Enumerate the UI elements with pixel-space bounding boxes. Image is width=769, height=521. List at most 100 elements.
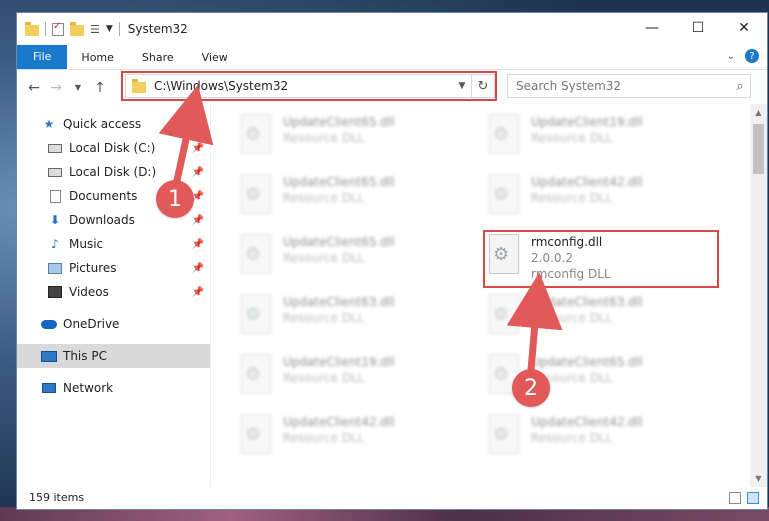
file-type: Resource DLL (283, 311, 365, 325)
scroll-up-icon[interactable]: ▲ (750, 104, 767, 121)
vertical-scrollbar[interactable]: ▲ ▼ (750, 104, 767, 487)
list-item[interactable]: ⚙ UpdateClient42.dll Resource DLL (485, 412, 725, 462)
recent-locations-button[interactable]: ▼ (67, 83, 89, 92)
help-icon[interactable]: ? (745, 49, 759, 63)
sidebar-item-label: Downloads (69, 213, 135, 227)
list-item[interactable]: ⚙ UpdateClient63.dll Resource DLL (485, 292, 725, 342)
list-item[interactable]: ⚙ UpdateClient42.dll Resource DLL (485, 172, 725, 222)
file-name: UpdateClient19.dll (531, 115, 643, 129)
tab-home[interactable]: Home (67, 51, 127, 64)
customize-toolbar-icon[interactable]: ☰ (90, 23, 100, 36)
pin-icon[interactable]: 📌 (192, 287, 204, 298)
list-item[interactable]: ⚙ UpdateClient65.dll Resource DLL (237, 112, 477, 162)
ribbon-tabs: File Home Share View ⌄ ? (17, 45, 767, 70)
large-icons-view-icon[interactable] (747, 492, 759, 504)
scrollbar-thumb[interactable] (753, 124, 764, 174)
address-bar[interactable]: C:\Windows\System32 ▼ ↻ (125, 74, 495, 98)
callout-badge-2: 2 (512, 369, 550, 407)
chevron-down-icon[interactable]: ▼ (106, 24, 113, 34)
sidebar-item-quick-access[interactable]: ★ Quick access (17, 112, 210, 136)
file-name: UpdateClient65.dll (283, 115, 395, 129)
list-item[interactable]: ⚙ UpdateClient42.dll Resource DLL (237, 412, 477, 462)
list-item[interactable]: ⚙ UpdateClient63.dll Resource DLL (237, 292, 477, 342)
network-icon (41, 381, 57, 395)
dll-file-icon: ⚙ (485, 172, 521, 216)
dll-file-icon: ⚙ (485, 232, 521, 276)
list-item[interactable]: ⚙ UpdateClient65.dll Resource DLL (237, 172, 477, 222)
sidebar-item-pictures[interactable]: Pictures 📌 (17, 256, 210, 280)
sidebar-item-network[interactable]: Network (17, 376, 210, 400)
back-button[interactable]: ← (23, 80, 45, 96)
sidebar-item-music[interactable]: ♪ Music 📌 (17, 232, 210, 256)
list-item[interactable]: ⚙ UpdateClient65.dll Resource DLL (237, 232, 477, 282)
sidebar-item-label: Quick access (63, 117, 142, 131)
tab-share[interactable]: Share (128, 51, 188, 64)
minimize-button[interactable]: — (629, 13, 675, 43)
file-name: UpdateClient65.dll (531, 355, 643, 369)
toolbar-separator (118, 22, 120, 36)
status-bar: 159 items (17, 485, 767, 509)
sidebar-item-local-disk-c[interactable]: Local Disk (C:) 📌 (17, 136, 210, 160)
pin-icon[interactable]: 📌 (192, 143, 204, 154)
search-input[interactable] (508, 78, 730, 94)
pin-icon[interactable]: 📌 (192, 215, 204, 226)
dll-file-icon: ⚙ (485, 292, 521, 336)
list-item[interactable]: ⚙ UpdateClient19.dll Resource DLL (485, 112, 725, 162)
sidebar-item-videos[interactable]: Videos 📌 (17, 280, 210, 304)
file-type: Resource DLL (283, 431, 365, 445)
tab-view[interactable]: View (188, 51, 242, 64)
dll-file-icon: ⚙ (237, 112, 273, 156)
quick-access-toolbar: ☰ ▼ (17, 21, 120, 36)
list-item[interactable]: ⚙ UpdateClient19.dll Resource DLL (237, 352, 477, 402)
drive-icon (47, 141, 63, 155)
callout-badge-1: 1 (156, 180, 194, 218)
file-type: Resource DLL (283, 191, 365, 205)
close-button[interactable]: ✕ (721, 13, 767, 43)
up-button[interactable]: ↑ (89, 80, 111, 96)
pictures-icon (47, 261, 63, 275)
explorer-window: ☰ ▼ System32 — ☐ ✕ File Home Share View … (16, 12, 768, 510)
window-controls: — ☐ ✕ (629, 13, 767, 43)
document-icon (47, 189, 63, 203)
music-icon: ♪ (51, 237, 59, 251)
pane-divider[interactable] (210, 104, 211, 487)
pin-icon[interactable]: 📌 (192, 239, 204, 250)
download-icon: ⬇ (49, 213, 61, 227)
sidebar-item-label: Music (69, 237, 104, 251)
new-folder-icon[interactable] (70, 21, 84, 36)
sidebar-item-label: This PC (63, 349, 107, 363)
chevron-down-icon[interactable]: ▼ (453, 81, 471, 91)
file-name: UpdateClient65.dll (283, 235, 395, 249)
sidebar-item-onedrive[interactable]: OneDrive (17, 312, 210, 336)
cloud-icon (41, 317, 57, 331)
properties-icon[interactable] (52, 21, 64, 36)
sidebar-item-label: Local Disk (D:) (69, 165, 157, 179)
folder-icon (132, 78, 146, 93)
title-bar: ☰ ▼ System32 — ☐ ✕ (17, 13, 767, 45)
expand-ribbon-icon[interactable]: ⌄ (727, 51, 735, 62)
sidebar-item-this-pc[interactable]: This PC (17, 344, 210, 368)
address-path[interactable]: C:\Windows\System32 (154, 79, 453, 93)
list-item-rmconfig[interactable]: ⚙ rmconfig.dll 2.0.0.2 rmconfig DLL (485, 232, 725, 282)
search-icon[interactable]: ⌕ (730, 79, 750, 94)
navigation-pane: ★ Quick access Local Disk (C:) 📌 Local D… (17, 104, 210, 487)
maximize-button[interactable]: ☐ (675, 13, 721, 43)
search-box[interactable]: ⌕ (507, 74, 751, 98)
drive-icon (47, 165, 63, 179)
sidebar-item-label: Pictures (69, 261, 117, 275)
tab-file[interactable]: File (17, 45, 68, 69)
forward-button[interactable]: → (45, 80, 67, 96)
sidebar-item-label: OneDrive (63, 317, 120, 331)
file-name: UpdateClient42.dll (531, 175, 643, 189)
file-type: Resource DLL (531, 431, 613, 445)
file-name: UpdateClient63.dll (531, 295, 643, 309)
computer-icon (41, 349, 57, 363)
view-toggle (729, 492, 759, 504)
pin-icon[interactable]: 📌 (192, 167, 204, 178)
folder-icon (25, 21, 39, 36)
star-icon: ★ (43, 117, 55, 131)
pin-icon[interactable]: 📌 (192, 263, 204, 274)
details-view-icon[interactable] (729, 492, 741, 504)
file-name: UpdateClient19.dll (283, 355, 395, 369)
refresh-icon[interactable]: ↻ (471, 75, 494, 97)
